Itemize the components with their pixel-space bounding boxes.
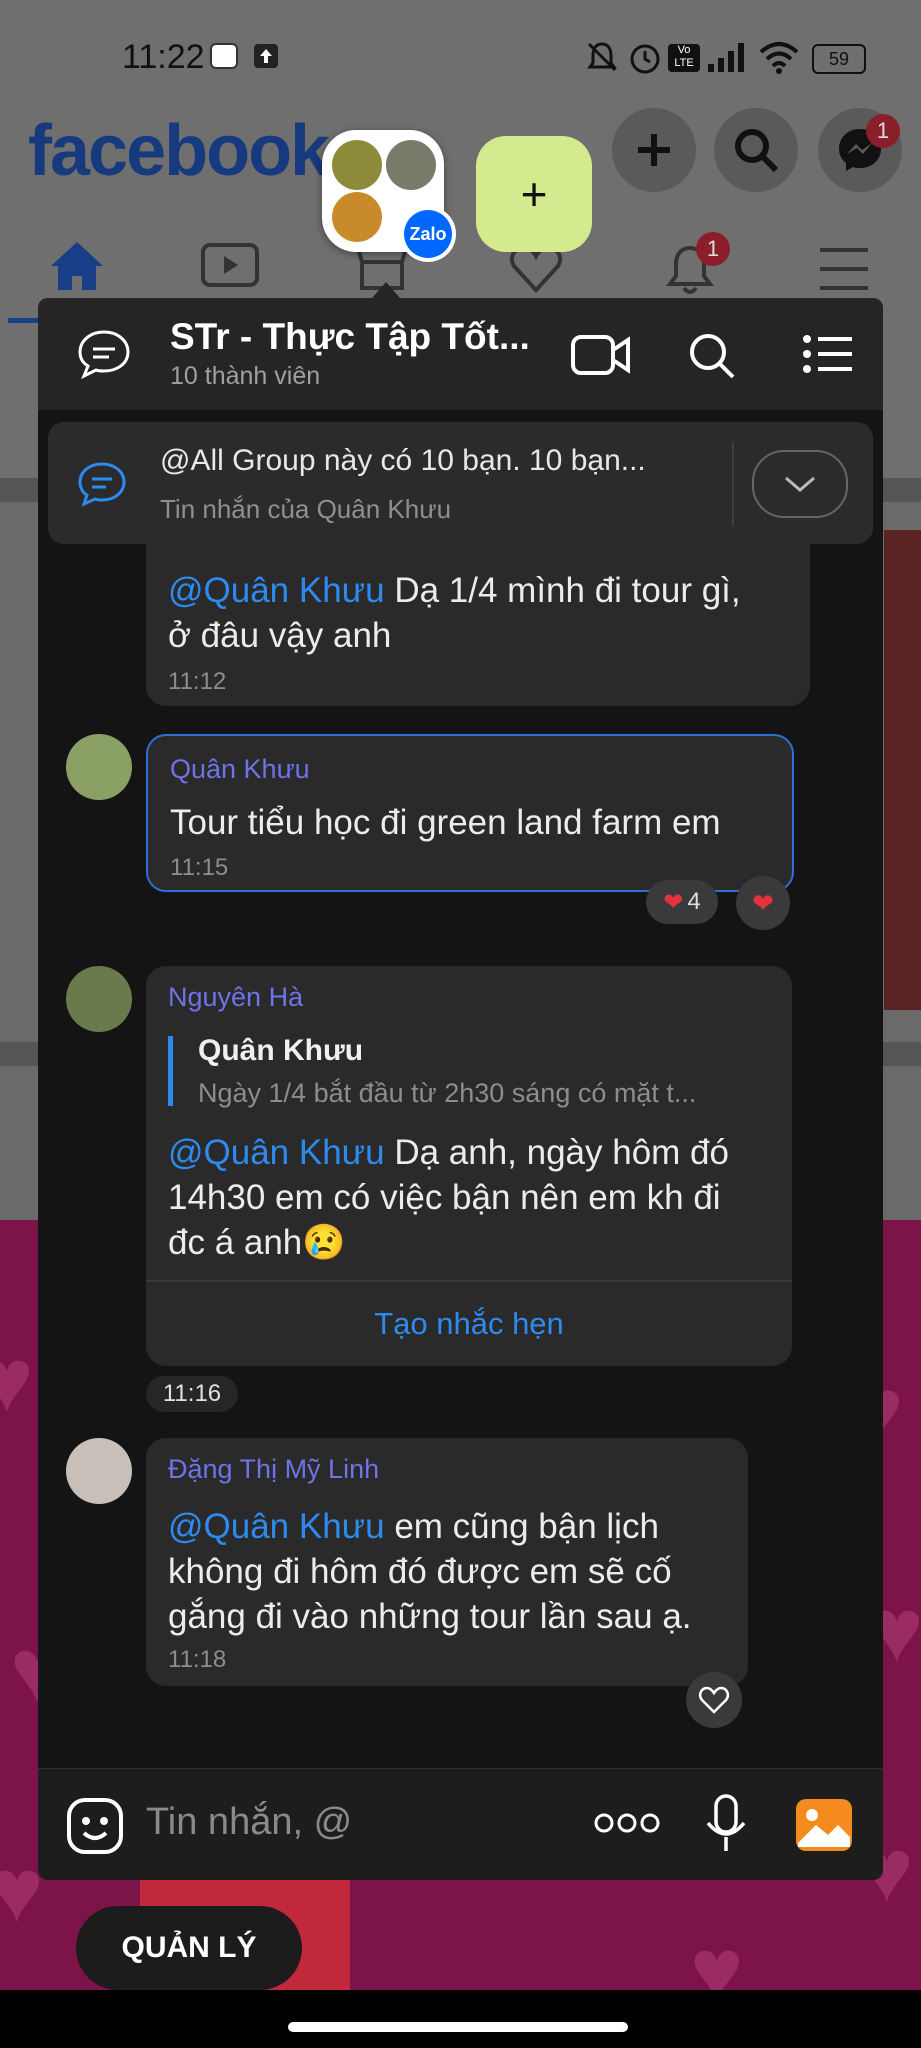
pinned-text: @All Group này có 10 bạn. 10 bạn... (160, 444, 646, 477)
add-chat-head-button[interactable]: + (476, 136, 592, 252)
pinned-message[interactable]: @All Group này có 10 bạn. 10 bạn... Tin … (48, 422, 873, 544)
gallery-icon (210, 43, 238, 69)
video-call-icon[interactable] (570, 332, 632, 378)
message-bubble[interactable]: Nguyên Hà Quân Khưu Ngày 1/4 bắt đầu từ … (146, 966, 792, 1366)
search-icon[interactable] (688, 332, 736, 380)
message-text: 14h30 em có việc bận nên em kh đi (168, 1178, 721, 1217)
sender-name[interactable]: Quân Khưu (170, 754, 310, 785)
volte-badge: Vo LTE (668, 44, 700, 72)
heart-react-button[interactable]: ❤ (736, 876, 790, 930)
message-input-bar: Tin nhắn, @ (38, 1768, 883, 1880)
message-text: không đi hôm đó được em sẽ cố (168, 1552, 672, 1591)
upload-icon (254, 44, 278, 68)
message-input[interactable]: Tin nhắn, @ (146, 1801, 352, 1844)
heart-reaction-icon: ❤ (663, 888, 684, 916)
message-text: gắng đi vào những tour lần sau ạ. (168, 1597, 692, 1636)
plus-icon (638, 134, 670, 166)
home-icon[interactable] (48, 238, 106, 294)
reaction-summary[interactable]: ❤ 4 (646, 880, 718, 924)
battery-indicator: 59 (812, 44, 866, 74)
image-gallery-icon[interactable] (794, 1797, 854, 1853)
create-reminder-button[interactable]: Tạo nhắc hẹn (146, 1306, 792, 1342)
search-icon (735, 129, 779, 173)
sender-name[interactable]: Đặng Thị Mỹ Linh (168, 1454, 379, 1485)
message-bubble[interactable]: @Quân Khưu Dạ 1/4 mình đi tour gì, ở đâu… (146, 538, 810, 706)
message-text: đc á anh😢 (168, 1223, 346, 1262)
status-bar: 11:22 Vo LTE 59 (0, 0, 921, 115)
expand-pinned-button[interactable] (752, 450, 848, 518)
avatar[interactable] (66, 966, 132, 1032)
message-text: ở đâu vậy anh (168, 616, 392, 655)
messenger-badge: 1 (866, 114, 900, 148)
member-count[interactable]: 10 thành viên (170, 362, 320, 391)
status-time: 11:22 (122, 38, 205, 76)
microphone-icon[interactable] (704, 1793, 748, 1855)
notification-badge: 1 (696, 232, 730, 266)
signal-icon (708, 43, 744, 72)
alarm-icon (630, 44, 660, 74)
options-menu-icon[interactable] (802, 334, 854, 374)
manage-button[interactable]: QUẢN LÝ (76, 1906, 302, 1990)
mention[interactable]: @Quân Khưu (168, 1133, 385, 1172)
mute-bell-icon (587, 42, 617, 72)
chat-bubble-icon[interactable] (76, 328, 132, 380)
sticker-icon[interactable] (66, 1797, 124, 1855)
feed-story-thumbnail (884, 530, 921, 1010)
message-time: 11:16 (146, 1376, 238, 1412)
message-time: 11:12 (168, 668, 227, 695)
fb-create-button[interactable] (612, 108, 696, 192)
wifi-icon (759, 42, 799, 74)
home-indicator[interactable] (288, 2022, 628, 2032)
chevron-down-icon (785, 476, 815, 492)
chat-panel: STr - Thực Tập Tốt... 10 thành viên @All… (38, 298, 883, 1880)
message-time: 11:15 (170, 854, 229, 881)
avatar[interactable] (66, 734, 132, 800)
avatar[interactable] (66, 1438, 132, 1504)
quote-sender[interactable]: Quân Khưu (198, 1034, 363, 1068)
message-text: Dạ anh, ngày hôm đó (384, 1133, 729, 1172)
chat-header: STr - Thực Tập Tốt... 10 thành viên (38, 298, 883, 410)
sender-name[interactable]: Nguyên Hà (168, 982, 303, 1013)
chat-title[interactable]: STr - Thực Tập Tốt... (170, 316, 530, 358)
message-bubble-selected[interactable]: Quân Khưu Tour tiểu học đi green land fa… (146, 734, 794, 892)
message-time: 11:18 (168, 1646, 227, 1673)
system-nav-bar (0, 1990, 921, 2048)
message-text: em cũng bận lịch (384, 1507, 659, 1546)
pinned-sender: Tin nhắn của Quân Khưu (160, 494, 452, 524)
more-options-icon[interactable] (594, 1811, 660, 1835)
message-text: Tour tiểu học đi green land farm em (170, 803, 721, 842)
quote-bar (168, 1036, 173, 1106)
message-text: Dạ 1/4 mình đi tour gì, (384, 571, 741, 610)
mention[interactable]: @Quân Khưu (168, 571, 385, 610)
zalo-badge: Zalo (400, 206, 456, 262)
zalo-logo: Zalo (404, 210, 452, 258)
menu-icon[interactable] (816, 246, 872, 292)
heart-outline-icon (698, 1686, 730, 1714)
fb-search-button[interactable] (714, 108, 798, 192)
panel-pointer (372, 282, 400, 298)
facebook-logo: facebook (28, 111, 330, 191)
message-bubble[interactable]: Đặng Thị Mỹ Linh @Quân Khưu em cũng bận … (146, 1438, 748, 1686)
reaction-count: 4 (687, 888, 701, 915)
pinned-chat-icon (78, 462, 126, 507)
react-button[interactable] (686, 1672, 742, 1728)
video-icon[interactable] (200, 242, 260, 292)
quote-text[interactable]: Ngày 1/4 bắt đầu từ 2h30 sáng có mặt t..… (198, 1078, 696, 1109)
mention[interactable]: @Quân Khưu (168, 1507, 385, 1546)
